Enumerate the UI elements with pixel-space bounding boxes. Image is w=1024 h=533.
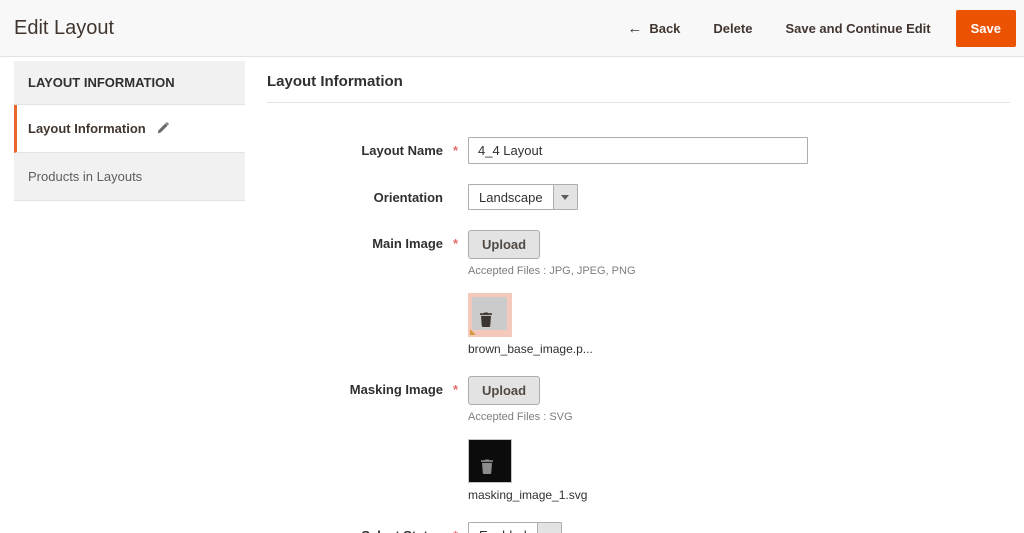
page-header: Edit Layout ← Back Delete Save and Conti… — [0, 0, 1024, 57]
sidebar-item-label: Products in Layouts — [28, 169, 142, 184]
delete-button[interactable]: Delete — [713, 21, 752, 36]
trash-icon[interactable] — [478, 311, 494, 328]
back-arrow-icon: ← — [627, 20, 642, 37]
save-and-continue-button[interactable]: Save and Continue Edit — [785, 21, 930, 36]
back-button-label: Back — [649, 21, 680, 36]
header-actions: ← Back Delete Save and Continue Edit Sav… — [594, 10, 1016, 47]
select-status-value: Enabled — [469, 523, 537, 533]
layout-information-form: Layout Name * Orientation Landscape — [267, 137, 1010, 533]
main-image-thumb-block: brown_base_image.p... — [468, 293, 1010, 356]
main-panel: Layout Information Layout Name * Orienta… — [267, 61, 1010, 533]
select-status-select[interactable]: Enabled — [468, 522, 562, 533]
sidebar-item-label: Layout Information — [28, 121, 146, 136]
orientation-label: Orientation — [267, 184, 443, 210]
main-image-thumbnail[interactable] — [468, 293, 512, 337]
required-mark: * — [443, 230, 468, 356]
required-mark: * — [443, 137, 468, 164]
sidebar: LAYOUT INFORMATION Layout Information Pr… — [14, 61, 245, 201]
layout-name-row: Layout Name * — [267, 137, 1010, 164]
sidebar-section-header: LAYOUT INFORMATION — [14, 61, 245, 105]
masking-image-upload-button[interactable]: Upload — [468, 376, 540, 405]
masking-image-label: Masking Image — [267, 376, 443, 502]
required-mark: * — [443, 376, 468, 502]
chevron-down-icon — [561, 195, 569, 204]
required-mark: * — [443, 522, 468, 533]
pencil-icon — [156, 122, 169, 135]
sidebar-item-products-in-layouts[interactable]: Products in Layouts — [14, 153, 245, 201]
masking-image-file-name: masking_image_1.svg — [468, 488, 1010, 502]
image-corner-detail — [470, 329, 476, 335]
masking-image-thumb-block: masking_image_1.svg — [468, 439, 1010, 502]
save-button[interactable]: Save — [956, 10, 1016, 47]
back-button[interactable]: ← Back — [627, 20, 680, 37]
main-image-upload-button[interactable]: Upload — [468, 230, 540, 259]
sidebar-item-layout-information[interactable]: Layout Information — [14, 105, 245, 153]
main-image-file-name: brown_base_image.p... — [468, 342, 1010, 356]
section-heading: Layout Information — [267, 61, 1010, 103]
orientation-select-value: Landscape — [469, 185, 553, 209]
dropdown-caret-button[interactable] — [553, 185, 577, 209]
orientation-select[interactable]: Landscape — [468, 184, 578, 210]
main-image-row: Main Image * Upload Accepted Files : JPG… — [267, 230, 1010, 356]
masking-image-thumbnail[interactable] — [468, 439, 512, 483]
masking-image-accepted-files-hint: Accepted Files : SVG — [468, 411, 1010, 423]
trash-icon[interactable] — [479, 458, 495, 475]
main-image-label: Main Image — [267, 230, 443, 356]
page-title: Edit Layout — [14, 17, 114, 40]
content-wrapper: LAYOUT INFORMATION Layout Information Pr… — [0, 61, 1024, 533]
main-image-accepted-files-hint: Accepted Files : JPG, JPEG, PNG — [468, 265, 1010, 277]
dropdown-caret-button[interactable] — [537, 523, 561, 533]
required-mark-placeholder — [443, 184, 468, 210]
select-status-row: Select Status * Enabled — [267, 522, 1010, 533]
layout-name-input[interactable] — [468, 137, 808, 164]
layout-name-label: Layout Name — [267, 137, 443, 164]
masking-image-row: Masking Image * Upload Accepted Files : … — [267, 376, 1010, 502]
select-status-label: Select Status — [267, 522, 443, 533]
orientation-row: Orientation Landscape — [267, 184, 1010, 210]
